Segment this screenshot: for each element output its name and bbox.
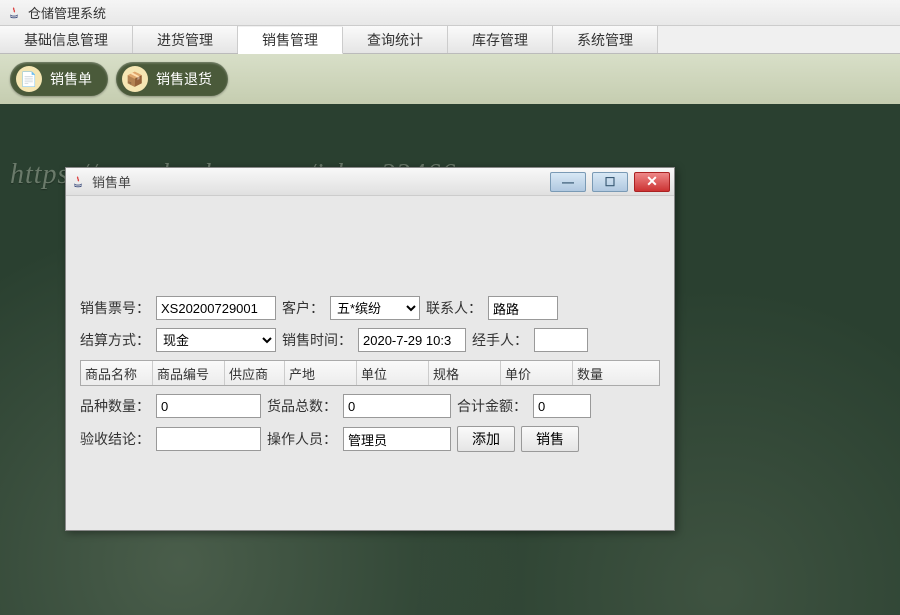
handler-label: 经手人： xyxy=(472,330,528,350)
col-origin: 产地 xyxy=(285,361,357,385)
col-supplier: 供应商 xyxy=(225,361,285,385)
customer-label: 客户： xyxy=(282,298,324,318)
sales-order-dialog: 销售单 — ☐ ✕ 销售票号： 客户： 五*缤纷 联系人： 结算方式： xyxy=(65,167,675,531)
box-icon: 📦 xyxy=(122,66,148,92)
operator-label: 操作人员： xyxy=(267,429,337,449)
java-icon xyxy=(70,174,86,190)
content-area: https://www.huzhan.com/ishop33466 销售单 — … xyxy=(0,104,900,615)
dialog-titlebar: 销售单 — ☐ ✕ xyxy=(66,168,674,196)
document-icon: 📄 xyxy=(16,66,42,92)
col-spec: 规格 xyxy=(429,361,501,385)
sale-time-label: 销售时间： xyxy=(282,330,352,350)
tab-system[interactable]: 系统管理 xyxy=(553,26,658,53)
handler-input[interactable] xyxy=(534,328,588,352)
col-qty: 数量 xyxy=(573,361,659,385)
variety-count-input[interactable] xyxy=(156,394,261,418)
col-price: 单价 xyxy=(501,361,573,385)
tab-basic-info[interactable]: 基础信息管理 xyxy=(0,26,133,53)
total-amount-label: 合计金额： xyxy=(457,396,527,416)
contact-label: 联系人： xyxy=(426,298,482,318)
toolbar: 📄 销售单 📦 销售退货 xyxy=(0,54,900,104)
java-icon xyxy=(6,5,22,21)
col-unit: 单位 xyxy=(357,361,429,385)
ticket-no-input[interactable] xyxy=(156,296,276,320)
tab-purchase[interactable]: 进货管理 xyxy=(133,26,238,53)
main-tabs: 基础信息管理 进货管理 销售管理 查询统计 库存管理 系统管理 xyxy=(0,26,900,54)
settlement-select[interactable]: 现金 xyxy=(156,328,276,352)
maximize-button[interactable]: ☐ xyxy=(592,172,628,192)
goods-total-label: 货品总数： xyxy=(267,396,337,416)
table-header: 商品名称 商品编号 供应商 产地 单位 规格 单价 数量 xyxy=(80,360,660,386)
add-button[interactable]: 添加 xyxy=(457,426,515,452)
dialog-title: 销售单 xyxy=(92,172,131,191)
inspect-input[interactable] xyxy=(156,427,261,451)
total-amount-input[interactable] xyxy=(533,394,591,418)
tab-query[interactable]: 查询统计 xyxy=(343,26,448,53)
tab-sales[interactable]: 销售管理 xyxy=(238,27,343,54)
col-product-code: 商品编号 xyxy=(153,361,225,385)
inspect-label: 验收结论： xyxy=(80,429,150,449)
tab-inventory[interactable]: 库存管理 xyxy=(448,26,553,53)
app-title: 仓储管理系统 xyxy=(28,3,106,22)
variety-count-label: 品种数量： xyxy=(80,396,150,416)
operator-input[interactable] xyxy=(343,427,451,451)
minimize-button[interactable]: — xyxy=(550,172,586,192)
goods-total-input[interactable] xyxy=(343,394,451,418)
sales-order-button[interactable]: 📄 销售单 xyxy=(10,62,108,96)
sell-button[interactable]: 销售 xyxy=(521,426,579,452)
close-button[interactable]: ✕ xyxy=(634,172,670,192)
sales-return-button[interactable]: 📦 销售退货 xyxy=(116,62,228,96)
col-product-name: 商品名称 xyxy=(81,361,153,385)
settlement-label: 结算方式： xyxy=(80,330,150,350)
sale-time-input[interactable] xyxy=(358,328,466,352)
ticket-no-label: 销售票号： xyxy=(80,298,150,318)
contact-input[interactable] xyxy=(488,296,558,320)
customer-select[interactable]: 五*缤纷 xyxy=(330,296,420,320)
